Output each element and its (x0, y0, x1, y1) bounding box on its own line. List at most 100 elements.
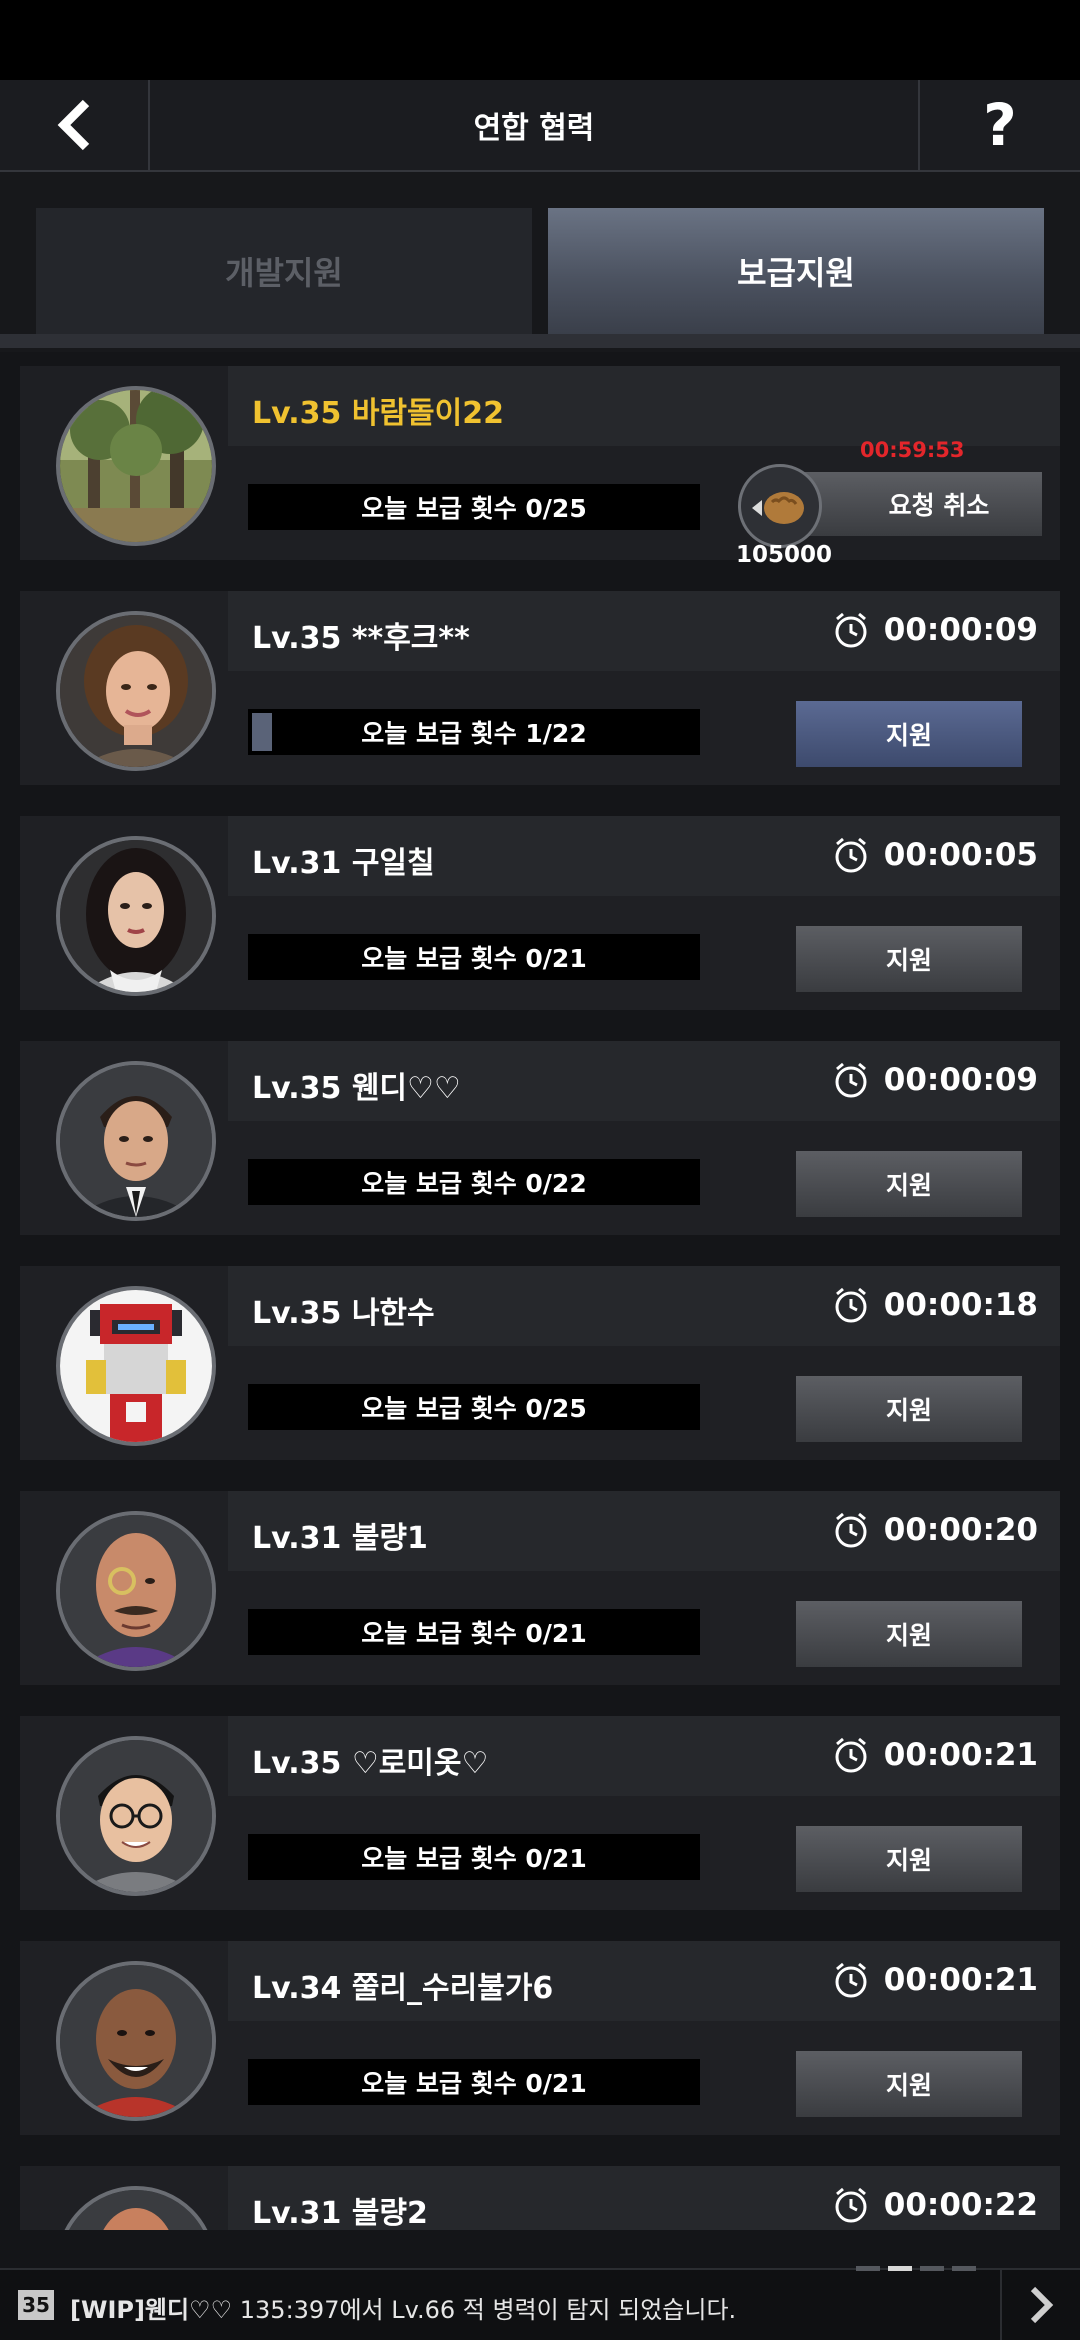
alarm-clock-icon (835, 1062, 867, 1098)
chat-next-button[interactable] (1000, 2270, 1080, 2340)
timer-value: 00:00:09 (883, 612, 1038, 648)
list-item: Lv.35 웬디♡♡ 00:00:09 오늘 보급 횟수 0/22 지원 (20, 1041, 1060, 1235)
player-name: Lv.35 웬디♡♡ (252, 1071, 461, 1106)
request-timer: 00:00:05 (832, 836, 1038, 874)
request-timer: 00:00:09 (832, 1061, 1038, 1099)
bald-man-avatar (56, 2186, 216, 2230)
request-timer: 00:00:21 (832, 1736, 1038, 1774)
request-list[interactable]: Lv.35 바람돌이22 오늘 보급 횟수 0/25 00:59:53 요청 취… (0, 352, 1080, 2230)
tab-development-support[interactable]: 개발지원 (36, 208, 532, 334)
timer-value: 00:00:09 (883, 1062, 1038, 1098)
support-label: 지원 (885, 2071, 932, 2100)
supply-count-label: 오늘 보급 횟수 0/25 (361, 1394, 587, 1423)
back-button[interactable] (0, 80, 150, 170)
request-timer: 00:00:22 (832, 2186, 1038, 2224)
support-label: 지원 (885, 1846, 932, 1875)
bread-resource-icon (738, 464, 822, 548)
list-item: Lv.35 **후크** 00:00:09 오늘 보급 횟수 1/22 지원 (20, 591, 1060, 785)
robot-avatar (56, 1286, 216, 1446)
supply-count-label: 오늘 보급 횟수 0/21 (361, 1844, 587, 1873)
chat-ticker[interactable]: 35 [WIP]웬디♡♡ 135:397에서 Lv.66 적 병력이 탐지 되었… (0, 2266, 1080, 2340)
status-bar (0, 0, 1080, 80)
player-name: Lv.31 구일칠 (252, 846, 435, 881)
player-name: Lv.35 나한수 (252, 1296, 435, 1331)
support-button[interactable]: 지원 (796, 1601, 1022, 1667)
tab-bar: 개발지원 보급지원 (0, 172, 1080, 352)
page-dot (952, 2266, 976, 2271)
alarm-clock-icon (835, 2187, 867, 2223)
back-arrow-icon (57, 99, 90, 151)
page-dot (920, 2266, 944, 2271)
timer-value: 00:00:05 (883, 837, 1038, 873)
help-button[interactable]: ? (918, 80, 1080, 170)
supply-count-bar: 오늘 보급 횟수 0/21 (248, 934, 700, 980)
player-name: Lv.35 **후크** (252, 621, 470, 656)
support-button[interactable]: 지원 (796, 1151, 1022, 1217)
woman-dark-hair-avatar (56, 836, 216, 996)
support-label: 지원 (885, 946, 932, 975)
request-timer: 00:00:20 (832, 1511, 1038, 1549)
alarm-clock-icon (835, 1737, 867, 1773)
supply-count-bar: 오늘 보급 횟수 0/21 (248, 1609, 700, 1655)
timer-value: 00:00:22 (883, 2187, 1038, 2223)
player-name: Lv.35 ♡로미옷♡ (252, 1746, 489, 1781)
list-item: Lv.35 바람돌이22 오늘 보급 횟수 0/25 00:59:53 요청 취… (20, 366, 1060, 568)
list-item: Lv.35 나한수 00:00:18 오늘 보급 횟수 0/25 지원 (20, 1266, 1060, 1460)
alarm-clock-icon (835, 1512, 867, 1548)
alarm-clock-icon (835, 612, 867, 648)
list-item: Lv.31 불량1 00:00:20 오늘 보급 횟수 0/21 지원 (20, 1491, 1060, 1685)
supply-count-bar: 오늘 보급 횟수 0/22 (248, 1159, 700, 1205)
supply-count-bar: 오늘 보급 횟수 0/25 (248, 1384, 700, 1430)
support-button[interactable]: 지원 (796, 701, 1022, 767)
list-item: Lv.34 쭐리_수리불가6 00:00:21 오늘 보급 횟수 0/21 지원 (20, 1941, 1060, 2135)
supply-count-label: 오늘 보급 횟수 0/21 (361, 2069, 587, 2098)
request-timer: 00:00:09 (832, 611, 1038, 649)
support-button[interactable]: 지원 (796, 926, 1022, 992)
supply-count-label: 오늘 보급 횟수 0/22 (361, 1169, 587, 1198)
request-timer: 00:00:21 (832, 1961, 1038, 1999)
support-button[interactable]: 지원 (796, 1376, 1022, 1442)
list-item: Lv.35 ♡로미옷♡ 00:00:21 오늘 보급 횟수 0/21 지원 (20, 1716, 1060, 1910)
support-label: 지원 (885, 1621, 932, 1650)
player-name: Lv.35 바람돌이22 (252, 396, 504, 431)
cancel-request-button[interactable]: 요청 취소 (800, 472, 1042, 536)
supply-count-bar: 오늘 보급 횟수 1/22 (248, 709, 700, 755)
bald-monocle-man-avatar (56, 1511, 216, 1671)
supply-count-bar: 오늘 보급 횟수 0/21 (248, 1834, 700, 1880)
chat-message-text: 135:397에서 Lv.66 적 병력이 탐지 되었습니다. (239, 2296, 737, 2324)
top-bar: 연합 협력 ? (0, 80, 1080, 172)
page-dot-active (888, 2266, 912, 2271)
support-label: 지원 (885, 1171, 932, 1200)
forest-avatar (56, 386, 216, 546)
supply-progress-fill (252, 713, 272, 751)
player-name: Lv.31 불량1 (252, 1521, 428, 1556)
timer-value: 00:00:20 (883, 1512, 1038, 1548)
alarm-clock-icon (835, 837, 867, 873)
page-dot (856, 2266, 880, 2271)
supply-count-label: 오늘 보급 횟수 0/21 (361, 1619, 587, 1648)
chat-message: [WIP]웬디♡♡ 135:397에서 Lv.66 적 병력이 탐지 되었습니다… (70, 2290, 736, 2325)
supply-count-label: 오늘 보급 횟수 0/25 (361, 494, 587, 523)
support-label: 지원 (885, 1396, 932, 1425)
bearded-man-avatar (56, 1961, 216, 2121)
alarm-clock-icon (835, 1287, 867, 1323)
tab-underline (0, 334, 1080, 348)
tab-supply-support[interactable]: 보급지원 (548, 208, 1044, 334)
timer-value: 00:00:21 (883, 1962, 1038, 1998)
support-button[interactable]: 지원 (796, 2051, 1022, 2117)
player-name: Lv.34 쭐리_수리불가6 (252, 1971, 554, 2006)
page-indicator (856, 2266, 976, 2271)
supply-count-bar: 오늘 보급 횟수 0/25 (248, 484, 700, 530)
chevron-right-icon (1030, 2286, 1054, 2324)
request-timer: 00:00:18 (832, 1286, 1038, 1324)
timer-value: 00:00:21 (883, 1737, 1038, 1773)
chat-sender: [WIP]웬디♡♡ (70, 2296, 233, 2324)
chat-level-badge: 35 (18, 2290, 54, 2320)
list-item: Lv.31 불량2 00:00:22 (20, 2166, 1060, 2230)
timer-value: 00:00:18 (883, 1287, 1038, 1323)
supply-count-label: 오늘 보급 횟수 1/22 (361, 719, 587, 748)
player-name: Lv.31 불량2 (252, 2196, 428, 2230)
glasses-man-avatar (56, 1736, 216, 1896)
support-button[interactable]: 지원 (796, 1826, 1022, 1892)
woman-brown-hair-avatar (56, 611, 216, 771)
